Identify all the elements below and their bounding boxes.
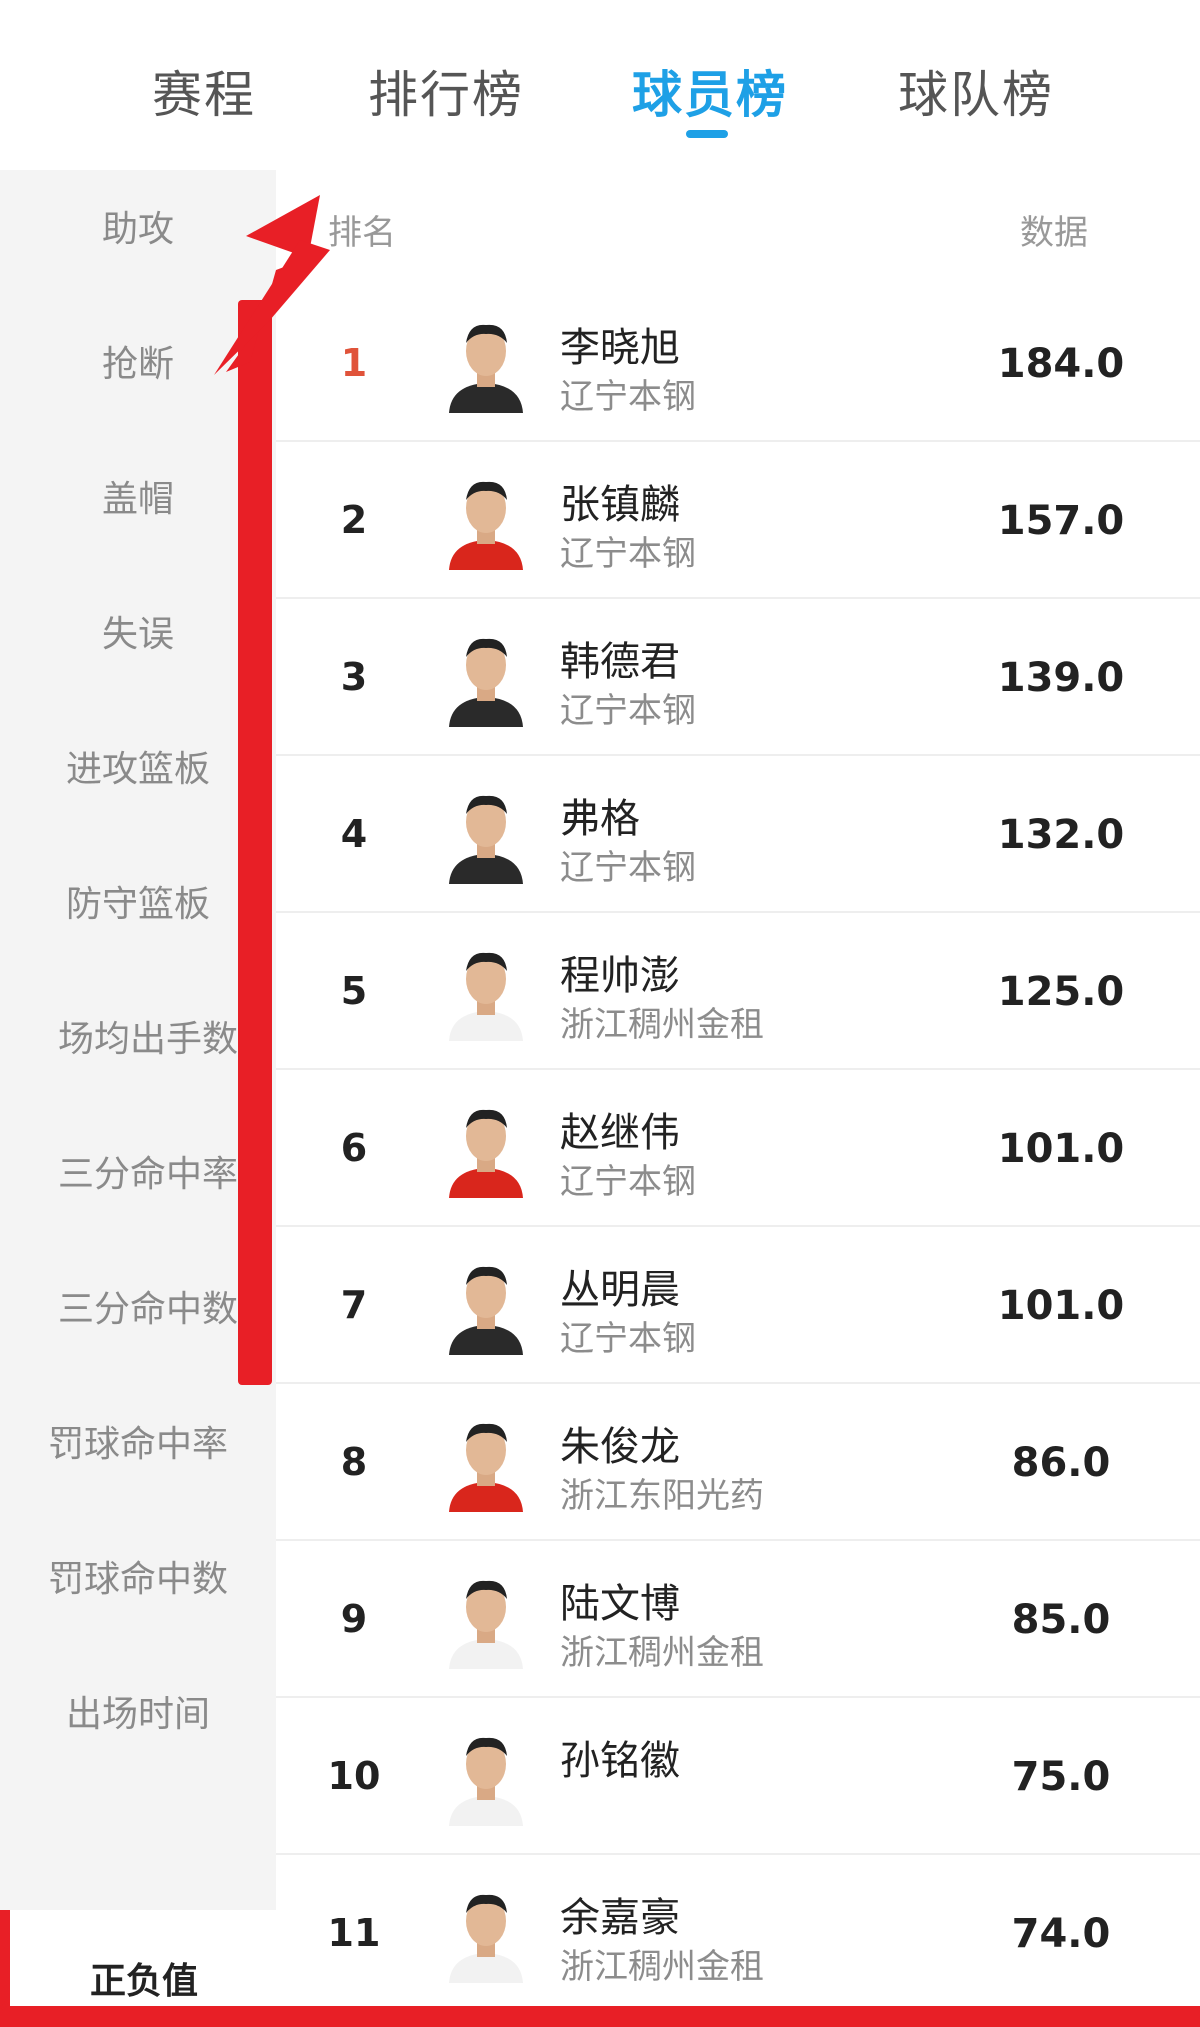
annotation-bottom-line: [0, 2006, 1200, 2027]
up-arrow-icon: [0, 195, 330, 2027]
